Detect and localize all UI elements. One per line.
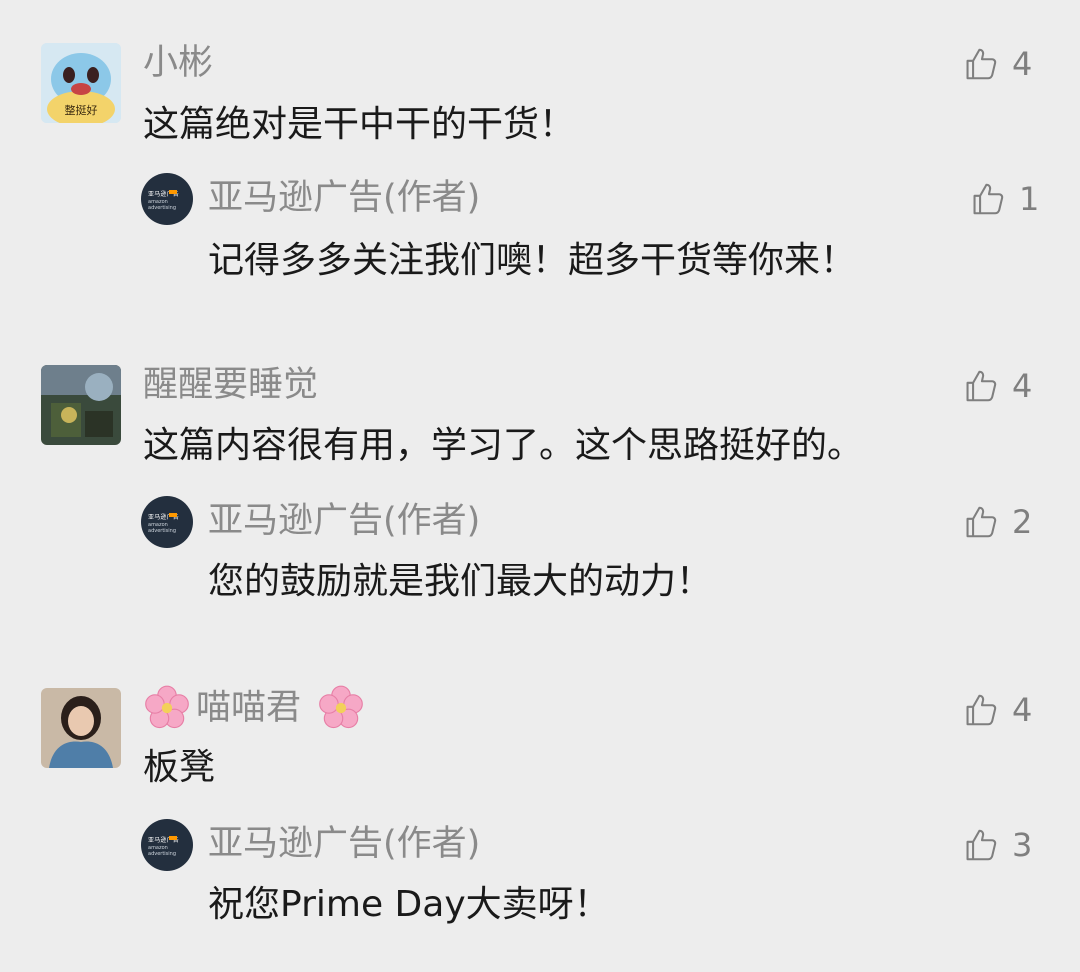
like-count: 4: [1012, 367, 1033, 405]
avatar[interactable]: [41, 365, 121, 445]
author-avatar-subtext: amazon advertising: [148, 845, 177, 857]
author-avatar-mark: [169, 190, 177, 194]
comment-text: 这篇绝对是干中干的干货！: [143, 104, 576, 145]
thumbs-up-icon: [969, 180, 1007, 218]
cherry-blossom-icon: [318, 685, 364, 731]
reply-text: 记得多多关注我们噢！超多干货等你来！: [208, 240, 857, 281]
like-button[interactable]: 1: [969, 177, 1039, 221]
comment-text: 板凳: [143, 747, 216, 788]
game-art-avatar-icon: [41, 365, 121, 445]
like-button[interactable]: 2: [962, 500, 1032, 544]
like-count: 4: [1012, 691, 1033, 729]
author-avatar-subtext: amazon advertising: [148, 522, 177, 534]
comment-text: 这篇内容很有用，学习了。这个思路挺好的。: [143, 425, 864, 466]
thumbs-up-icon: [962, 503, 1000, 541]
author-avatar-subtext: amazon advertising: [148, 199, 177, 211]
comment-nickname[interactable]: 喵喵君: [196, 691, 301, 726]
like-count: 1: [1019, 180, 1040, 218]
like-count: 4: [1012, 45, 1033, 83]
author-avatar[interactable]: 亚马逊广告 amazon advertising: [141, 173, 193, 225]
comment-nickname[interactable]: 醒醒要睡觉: [143, 368, 318, 403]
like-button[interactable]: 4: [962, 688, 1032, 732]
like-button[interactable]: 3: [962, 823, 1032, 867]
like-count: 3: [1012, 826, 1033, 864]
author-avatar-mark: [169, 513, 177, 517]
portrait-avatar-icon: [41, 688, 121, 768]
avatar[interactable]: [41, 688, 121, 768]
comment-nickname[interactable]: 小彬: [143, 46, 213, 81]
like-count: 2: [1012, 503, 1033, 541]
author-avatar[interactable]: 亚马逊广告 amazon advertising: [141, 496, 193, 548]
like-button[interactable]: 4: [962, 364, 1032, 408]
author-avatar-mark: [169, 836, 177, 840]
reply-nickname[interactable]: 亚马逊广告(作者): [208, 827, 480, 862]
reply-nickname[interactable]: 亚马逊广告(作者): [208, 504, 480, 539]
reply-nickname[interactable]: 亚马逊广告(作者): [208, 181, 480, 216]
avatar-sticker: 整挺好: [64, 104, 98, 117]
thumbs-up-icon: [962, 45, 1000, 83]
avatar[interactable]: 整挺好: [41, 43, 121, 123]
thumbs-up-icon: [962, 826, 1000, 864]
reply-text: 祝您Prime Day大卖呀！: [208, 884, 610, 925]
cherry-blossom-icon: [144, 685, 190, 731]
thumbs-up-icon: [962, 367, 1000, 405]
thumbs-up-icon: [962, 691, 1000, 729]
author-avatar[interactable]: 亚马逊广告 amazon advertising: [141, 819, 193, 871]
reply-text: 您的鼓励就是我们最大的动力！: [208, 561, 713, 602]
like-button[interactable]: 4: [962, 42, 1032, 86]
